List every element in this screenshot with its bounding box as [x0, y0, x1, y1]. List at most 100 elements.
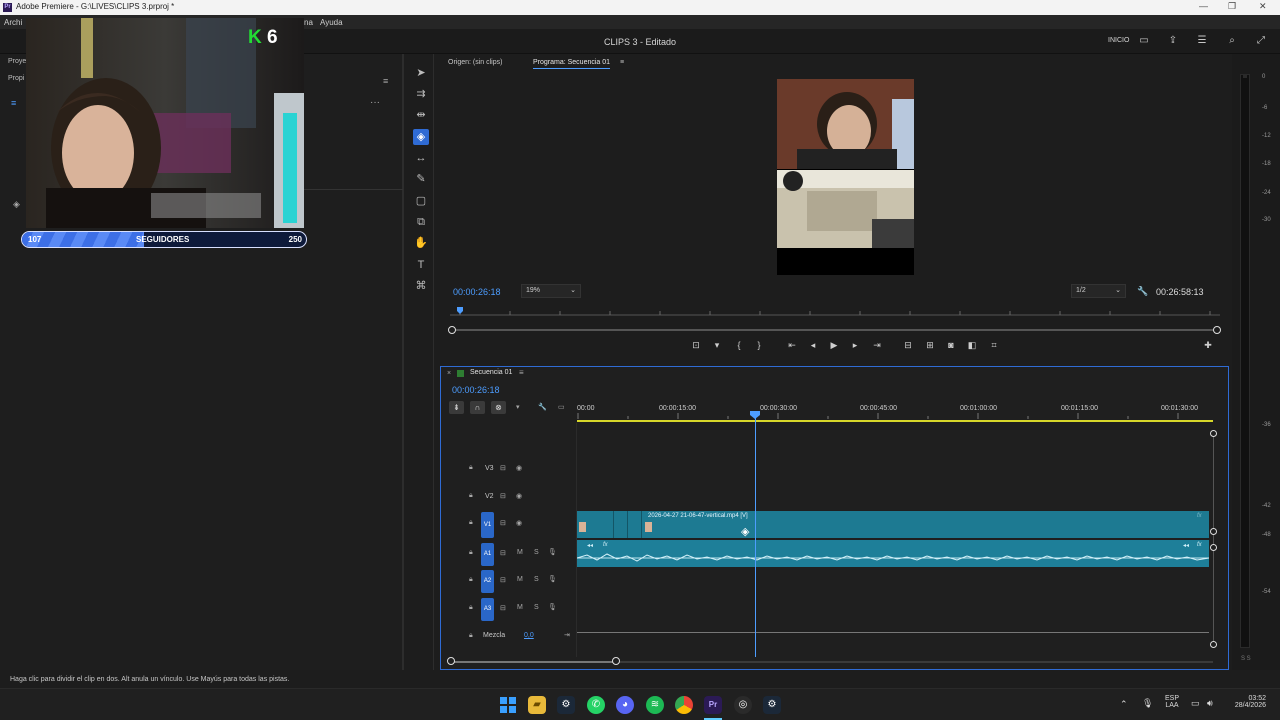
sync-lock-icon[interactable]: ⊟	[500, 464, 506, 472]
tab-source-monitor[interactable]: Origen: (sin clips)	[448, 59, 502, 66]
search-icon[interactable]: ⌕	[1226, 35, 1238, 47]
menu-ayuda[interactable]: Ayuda	[320, 18, 343, 27]
monitor-icon[interactable]: ▭	[1191, 698, 1200, 709]
scroll-handle[interactable]	[612, 657, 620, 665]
lock-icon[interactable]: 🔒︎	[469, 576, 473, 584]
microphone-icon[interactable]: 🎙︎	[548, 548, 557, 556]
workspace-inicio[interactable]: INICIO	[1108, 37, 1129, 44]
eye-icon[interactable]: ◉	[516, 464, 522, 472]
scroll-handle[interactable]	[1210, 528, 1217, 535]
eye-icon[interactable]: ◉	[516, 519, 522, 527]
captions-icon[interactable]: ▭	[558, 403, 565, 411]
premiere-taskbar-icon[interactable]: Pr	[704, 696, 722, 714]
lift-icon[interactable]: ⊟	[902, 340, 914, 351]
sync-lock-icon[interactable]: ⊟	[500, 492, 506, 500]
mix-volume-line[interactable]	[577, 632, 1209, 633]
microphone-icon[interactable]: 🎙︎	[548, 575, 557, 583]
steam-icon[interactable]: ⚙	[763, 696, 781, 714]
lock-icon[interactable]: 🔒︎	[469, 549, 473, 557]
share-icon[interactable]: ⇪	[1167, 35, 1179, 47]
play-icon[interactable]: ▶	[828, 340, 840, 351]
scrollbar-handle-right[interactable]	[1213, 326, 1221, 334]
step-back-icon[interactable]: ◂	[807, 340, 819, 351]
scroll-handle[interactable]	[1210, 544, 1217, 551]
track-a1-label[interactable]: A1	[481, 543, 494, 566]
step-forward-icon[interactable]: ▸	[849, 340, 861, 351]
hand-tool-icon[interactable]: ✋	[413, 235, 429, 251]
solo-button[interactable]: S	[534, 604, 539, 611]
razor-tool-icon[interactable]: ◈	[413, 129, 429, 145]
mix-volume-value[interactable]: 0,0	[524, 632, 534, 639]
chevron-up-icon[interactable]: ⌃	[1120, 699, 1128, 710]
type-tool-icon[interactable]: T	[413, 257, 429, 273]
mute-button[interactable]: M	[517, 549, 523, 556]
sync-lock-icon[interactable]: ⊟	[500, 549, 506, 557]
solo-button[interactable]: S	[534, 576, 539, 583]
clock[interactable]: 03:52 28/4/2026	[1226, 695, 1266, 709]
whatsapp-icon[interactable]: ✆	[587, 696, 605, 714]
track-v2-label[interactable]: V2	[485, 493, 494, 500]
timeline-ruler[interactable]	[577, 413, 1215, 423]
proxy-toggle-icon[interactable]: ⌗	[988, 340, 1000, 351]
video-clip[interactable]: 2026-04-27 21-06-47-vertical.mp4 [V] fx	[577, 511, 1209, 538]
close-button[interactable]: ✕	[1259, 1, 1267, 12]
sequence-tab[interactable]: Secuencia 01	[470, 369, 512, 376]
tab-propiedades[interactable]: Propi	[8, 75, 24, 82]
video-preview[interactable]	[777, 79, 914, 275]
file-explorer-icon[interactable]: ▰	[528, 696, 546, 714]
mute-button[interactable]: M	[517, 604, 523, 611]
scroll-handle[interactable]	[1210, 430, 1217, 437]
track-select-tool-icon[interactable]: ⇉	[413, 86, 429, 102]
minimize-button[interactable]: —	[1199, 1, 1208, 11]
menu-archivo[interactable]: Archi	[4, 18, 22, 27]
remix-tool-icon[interactable]: ⧉	[413, 214, 429, 230]
close-tab-icon[interactable]: ×	[447, 370, 451, 377]
tab-proyecto[interactable]: Proye	[8, 58, 26, 65]
maximize-button[interactable]: ❐	[1228, 1, 1236, 12]
tab-program-monitor[interactable]: Programa: Secuencia 01	[533, 59, 611, 69]
windows-start-icon[interactable]	[499, 696, 517, 714]
playback-resolution-select[interactable]: 1/2 ⌄	[1071, 284, 1126, 298]
sync-lock-icon[interactable]: ⊟	[500, 576, 506, 584]
playhead-line[interactable]	[755, 417, 756, 657]
timeline-timecode[interactable]: 00:00:26:18	[452, 385, 500, 395]
lock-icon[interactable]: 🔒︎	[469, 519, 473, 527]
fx-icon[interactable]: ◈	[13, 199, 20, 210]
captions-tool-icon[interactable]: ⌘	[413, 278, 429, 294]
add-button-icon[interactable]: ✚	[1202, 340, 1214, 351]
steam-icon[interactable]: ⚙	[557, 696, 575, 714]
selection-tool-icon[interactable]: ➤	[413, 65, 429, 81]
snap-icon[interactable]: ∩	[470, 401, 485, 414]
workspaces-menu-icon[interactable]: ☰	[1196, 35, 1208, 47]
ripple-edit-tool-icon[interactable]: ⇹	[413, 107, 429, 123]
timeline-settings-icon[interactable]: 🔧	[538, 403, 547, 411]
language-indicator[interactable]: ESP LAA	[1160, 695, 1184, 709]
track-a2-label[interactable]: A2	[481, 570, 494, 593]
microphone-icon[interactable]: 🎙︎	[548, 603, 557, 611]
lock-icon[interactable]: 🔒︎	[469, 492, 473, 500]
panel-menu-icon[interactable]: ≡	[383, 76, 388, 86]
zoom-level-select[interactable]: 19% ⌄	[521, 284, 581, 298]
wrench-icon[interactable]: 🔧	[1137, 286, 1148, 297]
track-v3-label[interactable]: V3	[485, 465, 494, 472]
monitor-zoom-scrollbar[interactable]	[452, 329, 1218, 331]
go-to-in-icon[interactable]: ⇤	[786, 340, 798, 351]
discord-icon[interactable]: ◕	[616, 696, 634, 714]
vertical-scrollbar[interactable]	[1213, 434, 1214, 646]
sync-lock-icon[interactable]: ⊟	[500, 604, 506, 612]
scroll-handle[interactable]	[1210, 641, 1217, 648]
horizontal-scroll-thumb[interactable]	[451, 661, 616, 663]
audio-clip[interactable]: ◂◂ fx ◂◂ fx	[577, 540, 1209, 567]
program-menu-icon[interactable]: ≡	[620, 59, 624, 66]
spotify-icon[interactable]: ≋	[646, 696, 664, 714]
lock-icon[interactable]: 🔒︎	[469, 604, 473, 612]
panel-layout-icon[interactable]: ▭	[1138, 35, 1150, 47]
camera-icon[interactable]: ◙	[945, 340, 957, 350]
go-to-out-icon[interactable]: ⇥	[871, 340, 883, 351]
insert-sequence-icon[interactable]: ⇟	[449, 401, 464, 414]
monitor-time-ruler[interactable]	[450, 306, 1220, 316]
pen-tool-icon[interactable]: ✎	[413, 171, 429, 187]
fullscreen-icon[interactable]: ⤢	[1255, 35, 1267, 47]
track-v1-label[interactable]: V1	[481, 512, 494, 538]
go-to-end-icon[interactable]: ⇥	[564, 631, 570, 639]
